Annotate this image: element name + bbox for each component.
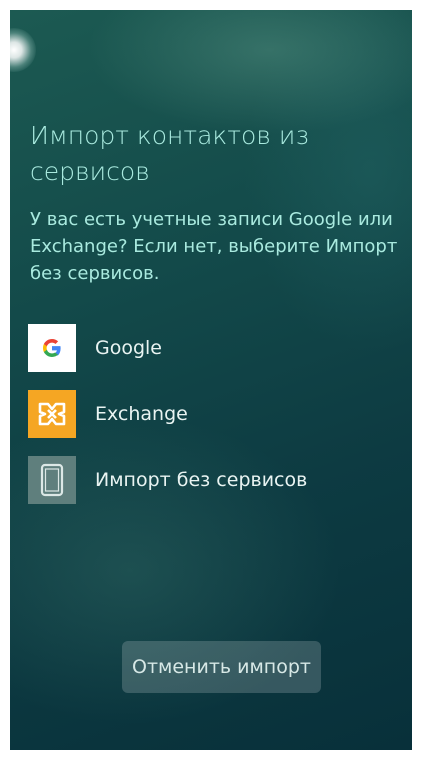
device-icon [28,456,76,504]
option-label-google: Google [95,337,163,359]
option-label-exchange: Exchange [95,403,188,425]
option-exchange[interactable]: Exchange [28,390,398,438]
exchange-icon [28,390,76,438]
ambient-glow [10,28,36,72]
cancel-import-button[interactable]: Отменить импорт [122,641,321,693]
import-contacts-screen: Импорт контактов из сервисов У вас есть … [10,10,412,750]
page-description: У вас есть учетные записи Google или Exc… [30,209,398,284]
option-import-without-services[interactable]: Импорт без сервисов [28,456,398,504]
google-icon [28,324,76,372]
page-title: Импорт контактов из сервисов [30,121,309,186]
option-google[interactable]: Google [28,324,398,372]
option-label-import-without-services: Импорт без сервисов [95,469,308,491]
